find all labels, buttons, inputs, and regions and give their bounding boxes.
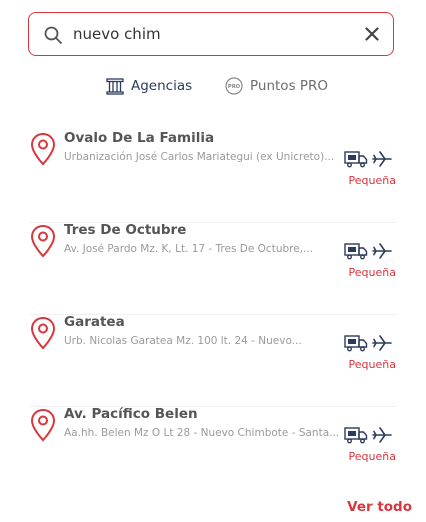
close-icon[interactable] (365, 27, 379, 41)
agency-item[interactable]: Ovalo De La Familia Urbanización José Ca… (30, 130, 396, 223)
search-input[interactable] (73, 22, 353, 46)
agency-size-label: Pequeña (348, 174, 396, 187)
agency-name: Ovalo De La Familia (64, 130, 215, 146)
pro-badge-text: PRO (228, 84, 241, 90)
agency-address: Urb. Nicolas Garatea Mz. 100 lt. 24 - Nu… (64, 335, 302, 347)
map-pin-icon (30, 316, 56, 350)
tab-puntos-pro-label: Puntos PRO (250, 78, 329, 94)
plane-icon (372, 335, 392, 351)
plane-icon (372, 151, 392, 167)
agency-name: Garatea (64, 314, 125, 330)
map-pin-icon (30, 408, 56, 442)
search-bar (28, 12, 394, 56)
plane-icon (372, 243, 392, 259)
agency-item[interactable]: Tres De Octubre Av. José Pardo Mz. K, Lt… (30, 222, 396, 315)
agency-size-label: Pequeña (348, 266, 396, 279)
truck-icon (344, 243, 368, 260)
agency-item[interactable]: Av. Pacífico Belen Aa.hh. Belen Mz O Lt … (30, 406, 396, 498)
agency-size-label: Pequeña (348, 358, 396, 371)
plane-icon (372, 427, 392, 443)
map-pin-icon (30, 224, 56, 258)
agency-name: Av. Pacífico Belen (64, 406, 198, 422)
search-icon (44, 26, 62, 44)
building-icon (106, 78, 124, 95)
truck-icon (344, 427, 368, 444)
agency-address: Aa.hh. Belen Mz O Lt 28 - Nuevo Chimbote… (64, 427, 340, 439)
pro-badge-icon: PRO (225, 77, 243, 95)
agency-item[interactable]: Garatea Urb. Nicolas Garatea Mz. 100 lt.… (30, 314, 396, 407)
agency-name: Tres De Octubre (64, 222, 187, 238)
agency-address: Av. José Pardo Mz. K, Lt. 17 - Tres De O… (64, 243, 314, 255)
ver-todo-link[interactable]: Ver todo (347, 499, 412, 515)
map-pin-icon (30, 132, 56, 166)
tab-puntos-pro[interactable]: PRO Puntos PRO (225, 76, 328, 96)
truck-icon (344, 335, 368, 352)
agency-address: Urbanización José Carlos Mariategui (ex … (64, 151, 335, 163)
tab-agencias-label: Agencias (131, 78, 193, 94)
tab-agencias[interactable]: Agencias (106, 76, 192, 96)
truck-icon (344, 151, 368, 168)
agency-size-label: Pequeña (348, 450, 396, 463)
